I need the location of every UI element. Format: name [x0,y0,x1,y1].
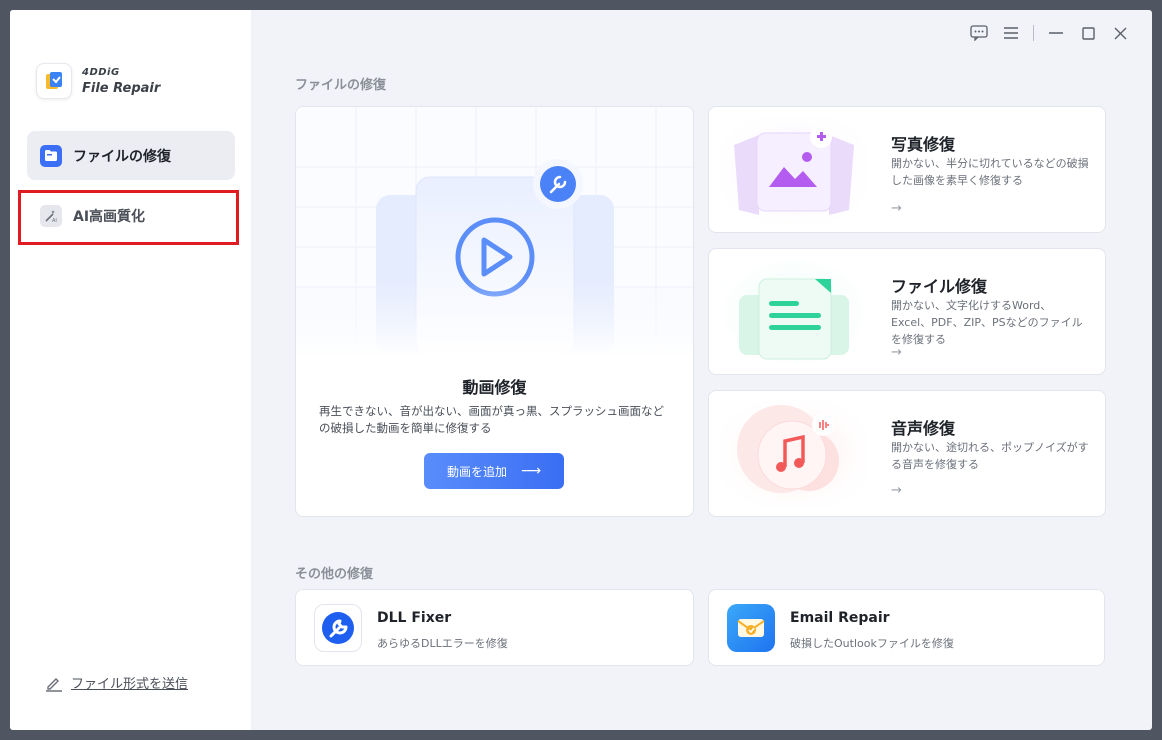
file-repair-illustration [719,257,869,367]
arrow-right-icon: → [891,201,902,216]
email-repair-description: 破損したOutlookファイルを修復 [790,637,954,650]
email-repair-title: Email Repair [790,610,890,626]
dll-wrench-icon [314,604,362,652]
audio-repair-title: 音声修復 [891,419,956,438]
video-repair-illustration [296,107,693,357]
sidebar-item-label: ファイルの修復 [73,148,171,165]
dll-fixer-card[interactable]: DLL Fixer あらゆるDLLエラーを修復 [295,589,694,666]
app-window: 4DDiG File Repair ファイルの修復 AI AI高画質化 ファイル… [10,10,1152,730]
email-envelope-icon [727,604,775,652]
minimize-icon[interactable] [1040,23,1072,43]
feedback-icon[interactable] [963,23,995,43]
highlight-annotation-box [18,190,239,245]
send-file-format-link[interactable]: ファイル形式を送信 [45,673,188,692]
titlebar-divider [1033,25,1034,41]
file-repair-title: ファイル修復 [891,277,988,296]
photo-repair-illustration [719,115,869,225]
video-repair-description: 再生できない、音が出ない、画面が真っ黒、スプラッシュ画面などの破損した動画を簡単… [319,404,664,435]
video-repair-card[interactable]: 動画修復 再生できない、音が出ない、画面が真っ黒、スプラッシュ画面などの破損した… [295,106,694,517]
logo-icon [36,63,72,99]
file-repair-card[interactable]: ファイル修復 開かない、文字化けするWord、Excel、PDF、ZIP、PSな… [708,248,1106,375]
logo-brand: 4DDiG [82,67,120,78]
section-title-file-repair: ファイルの修復 [295,78,387,93]
arrow-right-icon: ⟶ [520,463,542,479]
close-icon[interactable] [1104,23,1136,43]
app-logo: 4DDiG File Repair [36,63,160,99]
menu-icon[interactable] [995,23,1027,43]
audio-repair-illustration [719,399,869,509]
dll-fixer-description: あらゆるDLLエラーを修復 [377,637,508,650]
arrow-right-icon: → [891,345,902,360]
folder-icon [40,144,62,167]
sidebar: 4DDiG File Repair ファイルの修復 AI AI高画質化 ファイル… [10,10,251,730]
video-repair-title: 動画修復 [462,378,527,397]
email-repair-card[interactable]: Email Repair 破損したOutlookファイルを修復 [708,589,1105,666]
photo-repair-card[interactable]: 写真修復 開かない、半分に切れているなどの破損した画像を素早く修復する → [708,106,1106,233]
file-repair-description: 開かない、文字化けするWord、Excel、PDF、ZIP、PSなどのファイルを… [891,299,1083,346]
send-format-label: ファイル形式を送信 [71,677,189,692]
section-title-other-repair: その他の修復 [295,567,374,582]
audio-repair-description: 開かない、途切れる、ポップノイズがする音声を修復する [891,441,1089,471]
pencil-icon [46,677,62,692]
window-controls [963,23,1136,43]
add-video-label: 動画を追加 [446,464,507,479]
logo-product: File Repair [82,81,161,96]
photo-repair-description: 開かない、半分に切れているなどの破損した画像を素早く修復する [891,157,1089,187]
arrow-right-icon: → [891,483,902,498]
maximize-icon[interactable] [1072,23,1104,43]
sidebar-item-file-repair[interactable]: ファイルの修復 [27,131,235,180]
add-video-button[interactable]: 動画を追加 ⟶ [424,453,564,489]
audio-repair-card[interactable]: 音声修復 開かない、途切れる、ポップノイズがする音声を修復する → [708,390,1106,517]
dll-fixer-title: DLL Fixer [377,610,452,626]
photo-repair-title: 写真修復 [891,135,956,154]
